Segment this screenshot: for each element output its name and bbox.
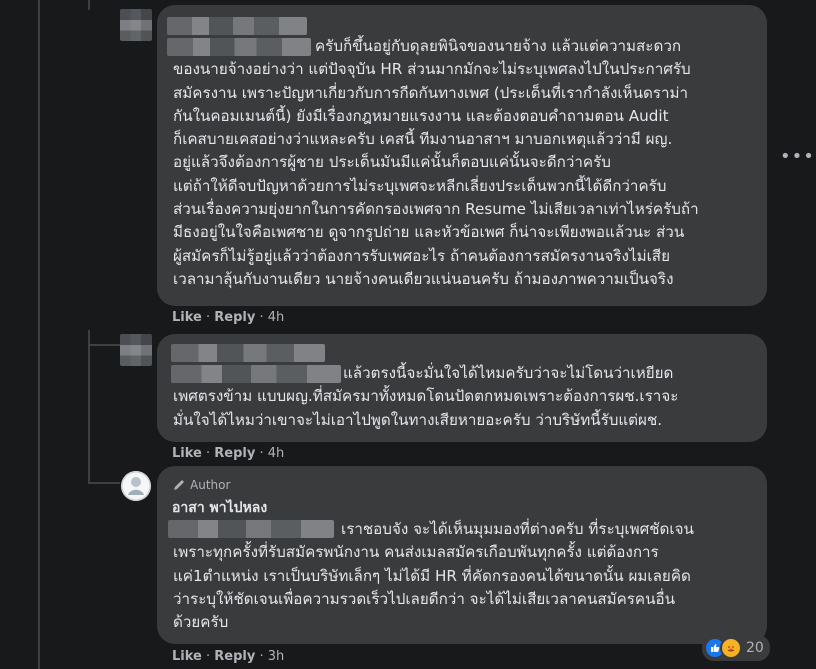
reply-button[interactable]: Reply bbox=[214, 649, 255, 664]
reply-button[interactable]: Reply bbox=[214, 310, 255, 325]
reply-button[interactable]: Reply bbox=[214, 446, 255, 461]
comment-actions: Like · Reply · 4h bbox=[172, 446, 285, 461]
reaction-summary[interactable]: 20 bbox=[702, 635, 770, 661]
reaction-count: 20 bbox=[746, 640, 764, 656]
pencil-icon bbox=[174, 480, 184, 490]
comment-text: เราชอบจัง จะได้เห็นมุมมองที่ต่างครับ ที่… bbox=[173, 520, 694, 632]
comment-actions: Like · Reply · 4h bbox=[172, 310, 285, 325]
thread-connector bbox=[88, 482, 120, 484]
like-button[interactable]: Like bbox=[172, 649, 202, 664]
like-button[interactable]: Like bbox=[172, 310, 202, 325]
author-badge: Author bbox=[172, 478, 230, 492]
timestamp[interactable]: 3h bbox=[268, 649, 285, 664]
like-button[interactable]: Like bbox=[172, 446, 202, 461]
comment-text: แล้วตรงนี้จะมั่นใจได้ไหมครับว่าจะไม่โดนว… bbox=[173, 364, 679, 429]
avatar[interactable] bbox=[121, 471, 151, 501]
author-avatar-icon bbox=[121, 471, 151, 501]
avatar[interactable] bbox=[120, 334, 152, 366]
commenter-name[interactable] bbox=[167, 17, 307, 35]
comment-actions: Like · Reply · 3h bbox=[172, 649, 285, 664]
commenter-name[interactable] bbox=[171, 344, 325, 362]
thread-line bbox=[38, 0, 40, 669]
timestamp[interactable]: 4h bbox=[268, 446, 285, 461]
more-options-icon[interactable]: ••• bbox=[780, 146, 815, 167]
thread-connector bbox=[88, 344, 120, 346]
commenter-name[interactable]: อาสา พาไปหลง bbox=[172, 497, 267, 519]
timestamp[interactable]: 4h bbox=[268, 310, 285, 325]
thread-line bbox=[88, 0, 90, 10]
comment-text: ครับก็ขึ้นอยู่กับดุลยพินิจของนายจ้าง แล้… bbox=[173, 37, 699, 288]
avatar[interactable] bbox=[120, 9, 152, 41]
thread-line bbox=[88, 330, 90, 484]
care-reaction-icon bbox=[720, 637, 742, 659]
